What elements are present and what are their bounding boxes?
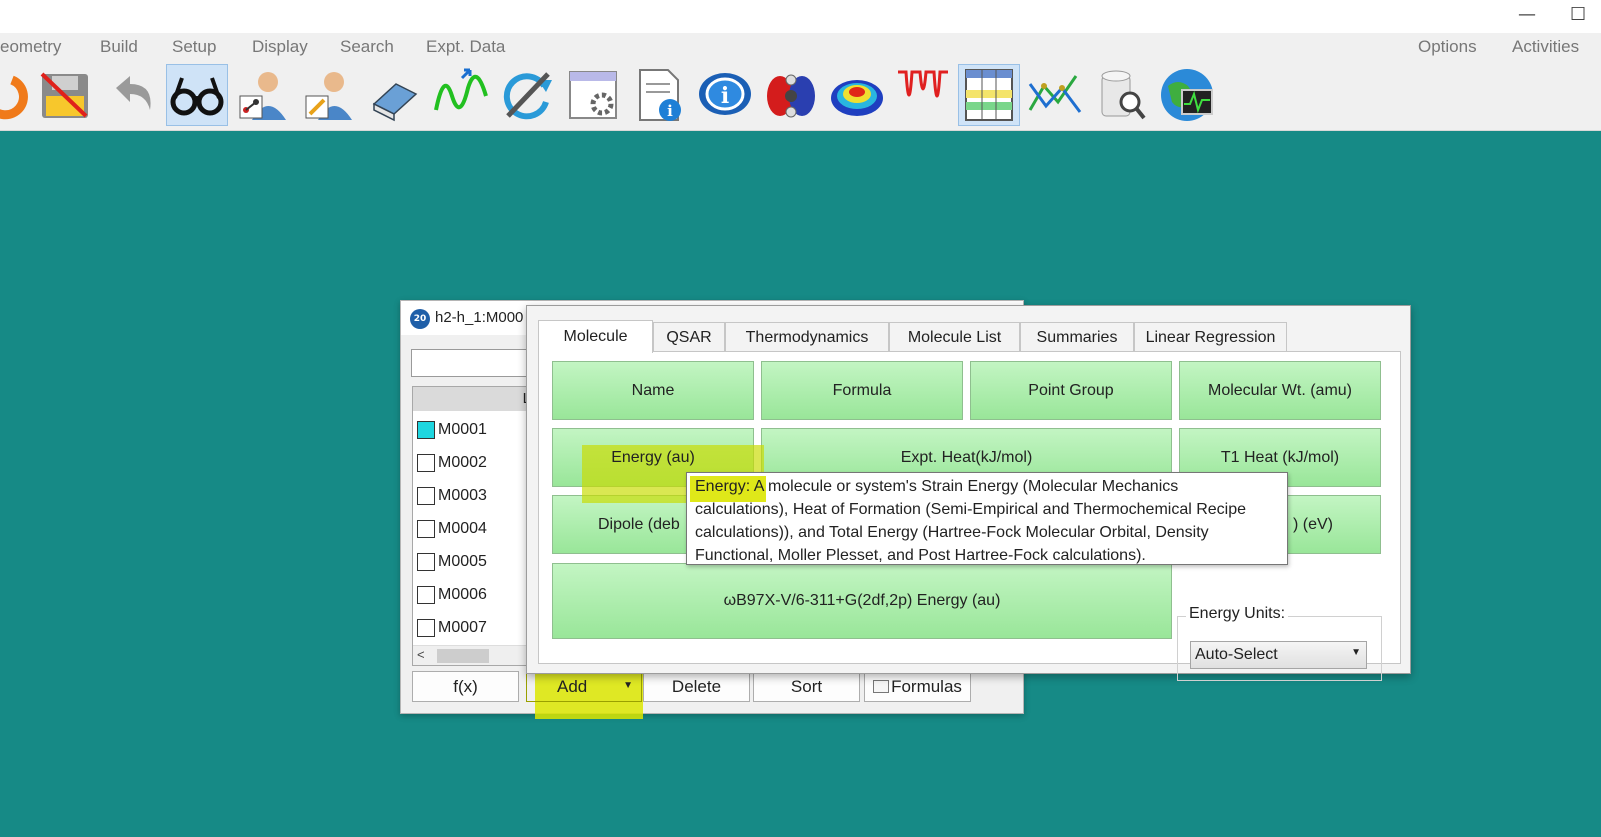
- name-button[interactable]: Name: [552, 361, 754, 420]
- orbital-icon[interactable]: [760, 64, 822, 126]
- menu-geometry[interactable]: eometry: [0, 37, 61, 57]
- svg-text:i: i: [721, 83, 729, 109]
- tooltip-lead: Energy: A: [690, 476, 766, 502]
- toolbar: i i: [0, 61, 1601, 131]
- undo-icon[interactable]: [100, 64, 162, 126]
- eraser-icon[interactable]: [364, 64, 426, 126]
- list-item[interactable]: M0004: [413, 512, 531, 545]
- molecule-list[interactable]: L M0001 M0002 M0003 M0004 M0005 M0006 M0…: [412, 386, 532, 666]
- minimize-button[interactable]: —: [1518, 4, 1536, 25]
- row-label: M0003: [438, 487, 487, 504]
- list-item[interactable]: M0005: [413, 545, 531, 578]
- tooltip-line4: Functional, Moller Plesset, and Post Har…: [695, 547, 1146, 564]
- tooltip-line2: calculations), Heat of Formation (Semi-E…: [695, 501, 1247, 518]
- svg-text:i: i: [667, 102, 673, 120]
- list-item[interactable]: M0002: [413, 446, 531, 479]
- energy-button-label: Energy (au): [611, 448, 695, 466]
- sort-button[interactable]: Sort: [753, 671, 860, 702]
- app-logo-icon: 20: [410, 309, 430, 329]
- molecular-weight-button[interactable]: Molecular Wt. (amu): [1179, 361, 1381, 420]
- energy-units-group: Energy Units: Auto-Select ▼: [1177, 605, 1382, 681]
- horizontal-scrollbar[interactable]: <: [413, 645, 531, 665]
- sync-arrows-icon[interactable]: [496, 64, 558, 126]
- title-bar: — ☐: [0, 0, 1601, 33]
- row-checkbox[interactable]: [417, 619, 435, 637]
- energy-units-select[interactable]: Auto-Select ▼: [1190, 641, 1367, 669]
- info-bubble-icon[interactable]: i: [694, 64, 756, 126]
- list-item[interactable]: M0006: [413, 578, 531, 611]
- row-checkbox[interactable]: [417, 454, 435, 472]
- refresh-arrow-icon[interactable]: [0, 64, 32, 126]
- formulas-label: Formulas: [891, 676, 962, 696]
- menu-expt-data[interactable]: Expt. Data: [426, 37, 505, 57]
- scientist-edit-icon[interactable]: [298, 64, 360, 126]
- row-checkbox[interactable]: [417, 586, 435, 604]
- row-checkbox[interactable]: [417, 520, 435, 538]
- row-checkbox[interactable]: [417, 487, 435, 505]
- energy-tooltip: Energy: A molecule or system's Strain En…: [686, 472, 1288, 565]
- row-checkbox[interactable]: [417, 553, 435, 571]
- document-info-icon[interactable]: i: [628, 64, 690, 126]
- menu-bar: eometry Build Setup Display Search Expt.…: [0, 33, 1601, 61]
- tab-molecule-list[interactable]: Molecule List: [889, 322, 1020, 352]
- row-label: M0001: [438, 421, 487, 438]
- row-label: M0006: [438, 586, 487, 603]
- list-item[interactable]: M0003: [413, 479, 531, 512]
- spectrum-wave-icon[interactable]: [430, 64, 492, 126]
- row-label: M0005: [438, 553, 487, 570]
- tab-qsar[interactable]: QSAR: [653, 322, 725, 352]
- tooltip-lead-text: Energy: A: [695, 478, 764, 495]
- formulas-button[interactable]: Formulas: [864, 671, 971, 702]
- save-disabled-icon[interactable]: [34, 64, 96, 126]
- ir-spectrum-icon[interactable]: [892, 64, 954, 126]
- list-item[interactable]: M0001: [413, 413, 531, 446]
- tab-summaries[interactable]: Summaries: [1020, 322, 1134, 352]
- scroll-thumb[interactable]: [437, 649, 489, 663]
- plot-graph-icon[interactable]: [1024, 64, 1086, 126]
- energy-units-label: Energy Units:: [1186, 605, 1289, 623]
- add-button[interactable]: Add ▼: [526, 671, 642, 702]
- menu-setup[interactable]: Setup: [172, 37, 216, 57]
- energy-units-value: Auto-Select: [1195, 646, 1278, 663]
- database-search-icon[interactable]: [1090, 64, 1152, 126]
- menu-build[interactable]: Build: [100, 37, 138, 57]
- formulas-icon: [873, 680, 890, 693]
- tooltip-line1: molecule or system's Strain Energy (Mole…: [763, 478, 1179, 495]
- list-item[interactable]: M0007: [413, 611, 531, 644]
- tab-linear-regression[interactable]: Linear Regression: [1134, 322, 1287, 352]
- spreadsheet-icon[interactable]: [958, 64, 1020, 126]
- list-window-title: h2-h_1:M000: [435, 309, 524, 326]
- menu-activities[interactable]: Activities: [1512, 37, 1579, 57]
- fx-button[interactable]: f(x): [412, 671, 519, 702]
- potential-surface-icon[interactable]: [826, 64, 888, 126]
- list-column-header[interactable]: L: [413, 387, 531, 411]
- glasses-view-icon[interactable]: [166, 64, 228, 126]
- formula-button[interactable]: Formula: [761, 361, 963, 420]
- row-label: M0007: [438, 619, 487, 636]
- delete-button[interactable]: Delete: [643, 671, 750, 702]
- point-group-button[interactable]: Point Group: [970, 361, 1172, 420]
- row-checkbox[interactable]: [417, 421, 435, 439]
- filter-input[interactable]: [411, 349, 531, 377]
- tab-molecule[interactable]: Molecule: [538, 320, 653, 353]
- row-label: M0004: [438, 520, 487, 537]
- globe-monitor-icon[interactable]: [1156, 64, 1218, 126]
- row-label: M0002: [438, 454, 487, 471]
- menu-display[interactable]: Display: [252, 37, 308, 57]
- maximize-button[interactable]: ☐: [1570, 4, 1586, 25]
- menu-search[interactable]: Search: [340, 37, 394, 57]
- add-button-label: Add: [557, 676, 588, 696]
- scroll-left-icon[interactable]: <: [417, 647, 425, 662]
- tab-thermodynamics[interactable]: Thermodynamics: [725, 322, 889, 352]
- tooltip-line3: calculations)), and Total Energy (Hartre…: [695, 524, 1209, 541]
- scientist-molecule-icon[interactable]: [232, 64, 294, 126]
- wb97x-energy-button[interactable]: ωB97X-V/6-311+G(2df,2p) Energy (au): [552, 563, 1172, 639]
- menu-options[interactable]: Options: [1418, 37, 1477, 57]
- window-settings-icon[interactable]: [562, 64, 624, 126]
- chevron-down-icon: ▼: [1351, 647, 1361, 658]
- tooltip-line: Energy: A molecule or system's Strain En…: [690, 475, 1287, 502]
- add-dropdown-icon[interactable]: ▼: [623, 680, 633, 691]
